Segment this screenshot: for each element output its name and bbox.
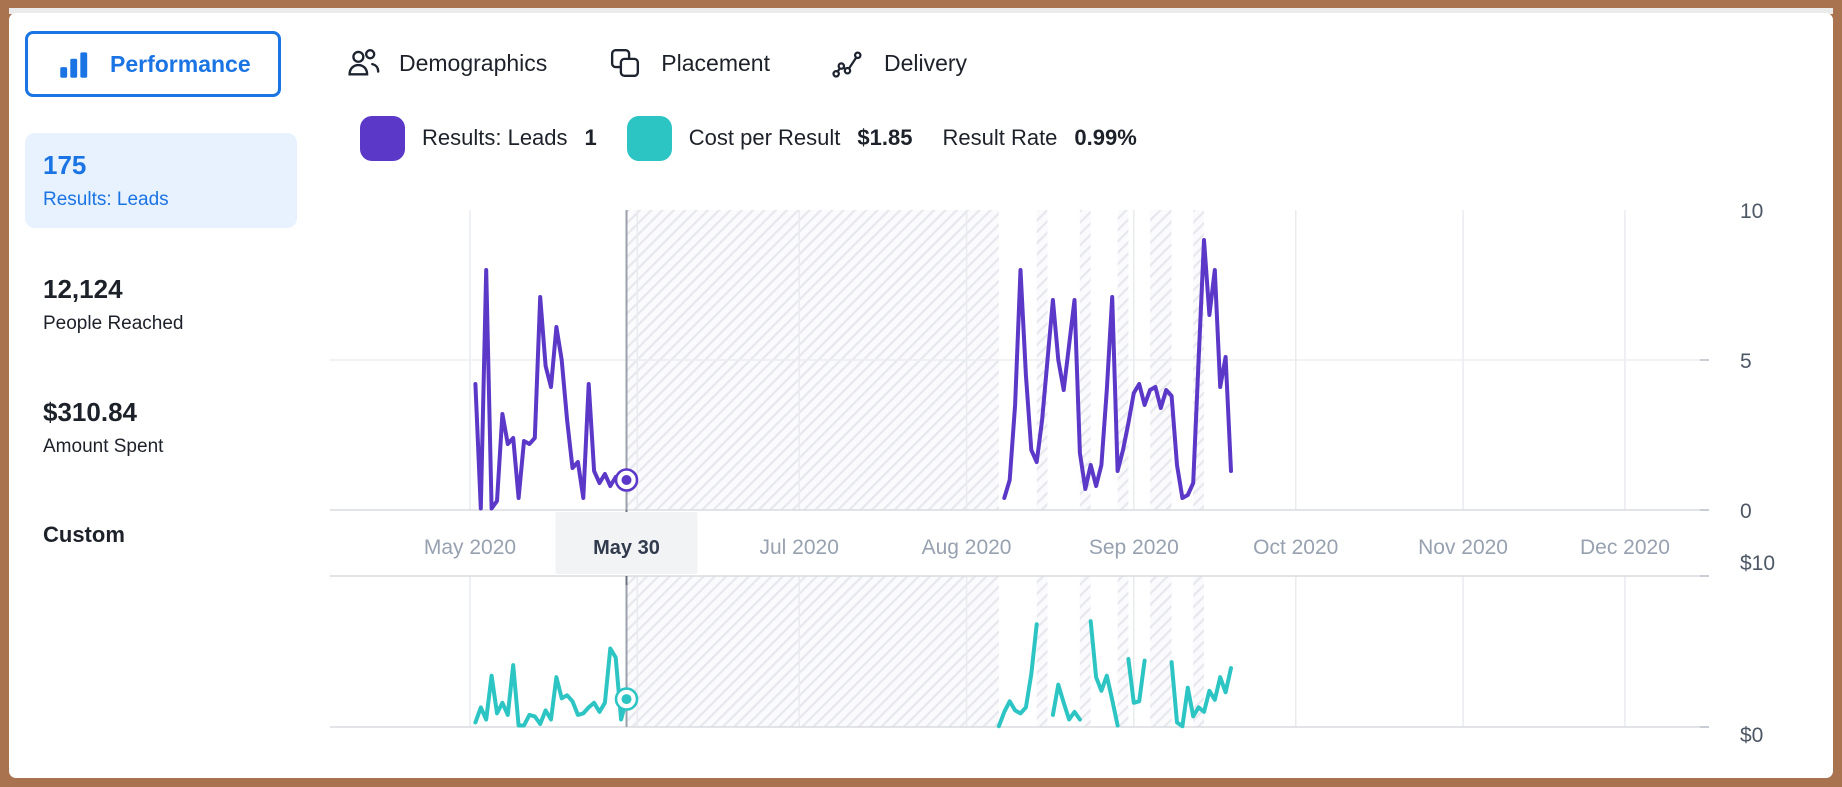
metrics-sidebar: 175 Results: Leads 12,124 People Reached…: [25, 133, 297, 548]
month-axis-label[interactable]: Aug 2020: [922, 536, 1012, 559]
legend-result-rate: Result Rate 0.99%: [942, 125, 1136, 151]
cost-per-result-line: [1088, 619, 1120, 728]
no-data-hatch-region: [626, 576, 999, 727]
cost-per-result-line: [996, 622, 1039, 729]
results-leads-selected-marker-dot: [621, 475, 632, 485]
metric-value: $310.84: [43, 397, 137, 427]
cost-per-result-selected-marker-dot: [621, 694, 632, 705]
metric-value: 175: [43, 150, 87, 180]
month-axis-label[interactable]: Sep 2020: [1089, 536, 1179, 559]
metric-label: Results: Leads: [43, 189, 169, 210]
trend-line-icon: [832, 50, 862, 78]
tab-performance-label: Performance: [110, 50, 251, 77]
metric-value: 12,124: [43, 274, 123, 304]
tab-placement-label: Placement: [661, 49, 770, 76]
metric-results-leads[interactable]: 175 Results: Leads: [25, 133, 297, 228]
no-data-hatch-region: [1150, 576, 1172, 727]
no-data-hatch-region: [1117, 576, 1129, 727]
tab-delivery-label: Delivery: [883, 49, 968, 76]
no-data-hatch-region: [1079, 576, 1091, 727]
results-leads-line: [473, 268, 629, 511]
tab-performance[interactable]: Performance: [25, 31, 281, 97]
legend-swatch-0: [360, 115, 405, 161]
tab-placement[interactable]: Placement: [607, 45, 770, 82]
month-axis-label[interactable]: Jul 2020: [760, 536, 839, 559]
custom-metrics-header: Custom: [43, 522, 125, 547]
y-axis-label: 0: [1740, 500, 1752, 523]
cost-per-result-line: [1050, 682, 1082, 722]
metric-people-reached[interactable]: 12,124 People Reached: [25, 274, 297, 335]
no-data-hatch-region: [1193, 576, 1204, 727]
month-axis-label[interactable]: Oct 2020: [1253, 536, 1338, 559]
legend-label: Result Rate: [942, 125, 1058, 150]
ads-performance-report: May 2020 Jul 2020 Aug 2020 Sep 2020 Oct 2020…: [0, 0, 1842, 787]
y-axis-label: 5: [1740, 350, 1752, 373]
month-axis-label[interactable]: Dec 2020: [1580, 536, 1670, 559]
tab-demographics[interactable]: Demographics: [345, 45, 547, 82]
cost-per-result-line: [1126, 657, 1147, 705]
y-axis-label: $10: [1740, 552, 1775, 575]
legend-results-leads: Results: Leads 1: [360, 115, 597, 161]
legend-label: Results: Leads: [422, 125, 568, 150]
metric-label: Amount Spent: [43, 436, 164, 457]
people-icon: [348, 48, 380, 75]
legend-cost-per-result: Cost per Result $1.85: [626, 115, 913, 161]
overlapping-squares-icon: [611, 48, 640, 77]
cost-per-result-line: [473, 646, 629, 728]
selected-date-label[interactable]: May 30: [593, 537, 660, 559]
tab-demographics-label: Demographics: [399, 49, 548, 76]
legend-value: 0.99%: [1074, 125, 1137, 150]
tab-delivery[interactable]: Delivery: [830, 45, 967, 82]
metric-label: People Reached: [43, 313, 184, 334]
legend-swatch-1: [626, 115, 672, 161]
month-axis-label[interactable]: May 2020: [424, 536, 516, 559]
report-tabs: Demographics Placement Delivery: [345, 31, 967, 95]
bar-chart-icon: [60, 52, 88, 78]
metric-amount-spent[interactable]: $310.84 Amount Spent: [25, 397, 297, 458]
month-axis-label[interactable]: Nov 2020: [1418, 536, 1508, 559]
y-axis-label: 10: [1740, 200, 1763, 223]
legend-label: Cost per Result: [688, 125, 841, 150]
chart-legend: Results: Leads 1 Cost per Result $1.85 R…: [360, 112, 1137, 164]
y-axis-label: $0: [1740, 724, 1763, 747]
legend-value: $1.85: [857, 125, 913, 150]
legend-value: 1: [584, 125, 597, 150]
no-data-hatch-region: [1036, 576, 1048, 727]
